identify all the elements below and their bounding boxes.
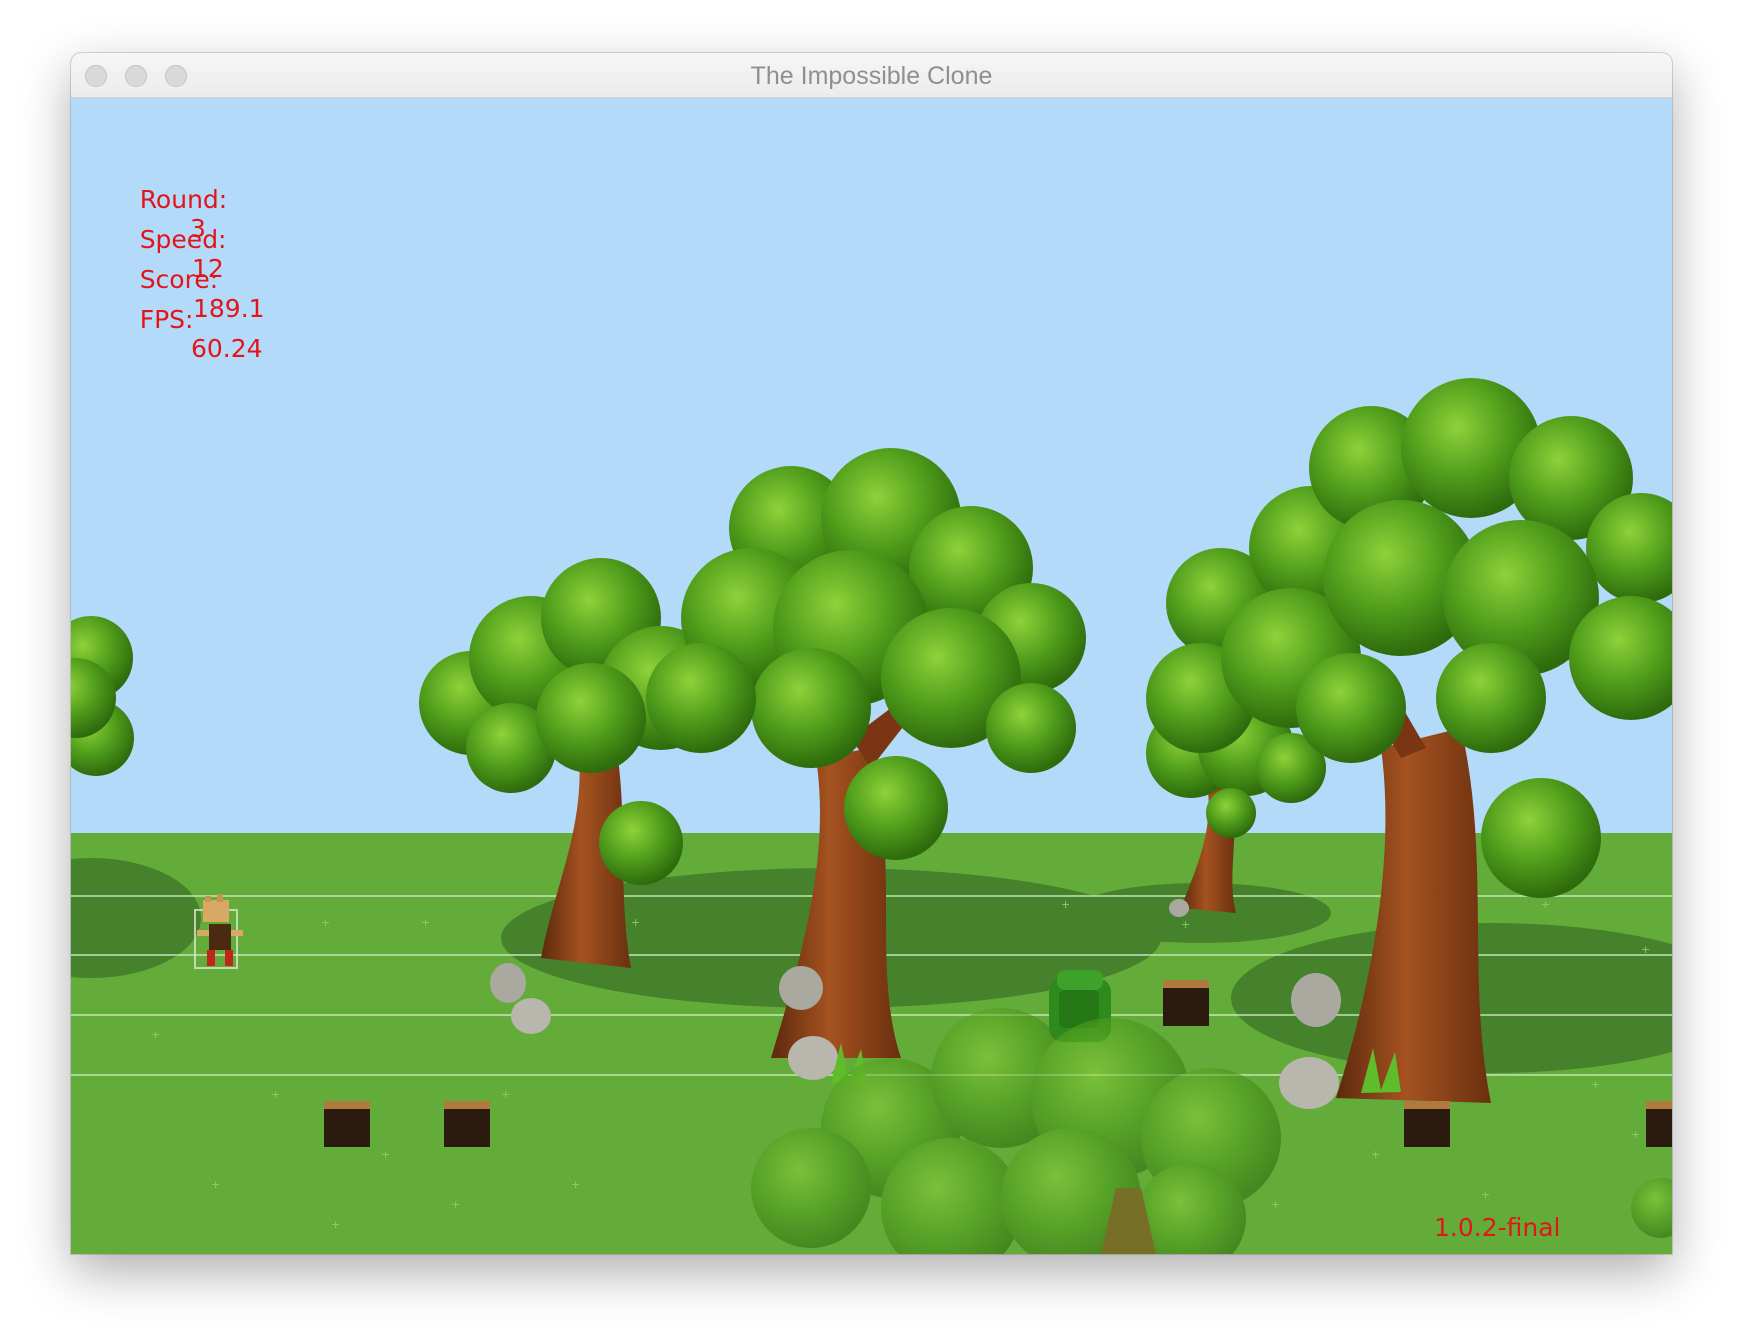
svg-text:+: + bbox=[381, 1148, 390, 1161]
stump bbox=[1646, 1101, 1672, 1147]
score-value: 189.1 bbox=[193, 294, 265, 323]
player-character bbox=[194, 894, 243, 969]
svg-text:+: + bbox=[1271, 1198, 1280, 1211]
title-bar: The Impossible Clone bbox=[71, 53, 1672, 98]
svg-text:+: + bbox=[321, 916, 330, 929]
game-window: The Impossible Clone + + + + + + + + + +… bbox=[71, 53, 1672, 1254]
svg-text:+: + bbox=[151, 1028, 160, 1041]
stump bbox=[324, 1101, 370, 1147]
svg-text:+: + bbox=[631, 916, 640, 929]
game-canvas[interactable]: + + + + + + + + + + + + + + + + + + + + bbox=[71, 98, 1672, 1254]
svg-text:+: + bbox=[1061, 898, 1070, 911]
stump bbox=[1163, 980, 1209, 1026]
stump bbox=[1404, 1101, 1450, 1147]
svg-text:+: + bbox=[451, 1198, 460, 1211]
svg-text:+: + bbox=[1181, 918, 1190, 931]
svg-text:+: + bbox=[571, 1178, 580, 1191]
svg-text:+: + bbox=[211, 1178, 220, 1191]
svg-text:+: + bbox=[271, 1088, 280, 1101]
svg-text:+: + bbox=[1371, 1148, 1380, 1161]
svg-text:+: + bbox=[501, 1088, 510, 1101]
fps-label: FPS: bbox=[139, 305, 194, 334]
svg-text:+: + bbox=[1631, 1128, 1640, 1141]
svg-text:+: + bbox=[1541, 898, 1550, 911]
hud-fps: FPS: 60.24 bbox=[92, 276, 263, 392]
svg-text:+: + bbox=[421, 916, 430, 929]
tree-left-edge bbox=[71, 616, 134, 776]
svg-text:+: + bbox=[1591, 1078, 1600, 1091]
svg-text:+: + bbox=[331, 1218, 340, 1231]
scene-graphics: + + + + + + + + + + + + + + + + + + + + bbox=[71, 378, 1672, 1254]
version-label: 1.0.2-final bbox=[1434, 1213, 1561, 1242]
svg-text:+: + bbox=[1641, 943, 1650, 956]
svg-text:+: + bbox=[1481, 1188, 1490, 1201]
stump bbox=[444, 1101, 490, 1147]
window-title: The Impossible Clone bbox=[750, 62, 993, 90]
fps-value: 60.24 bbox=[191, 334, 263, 363]
